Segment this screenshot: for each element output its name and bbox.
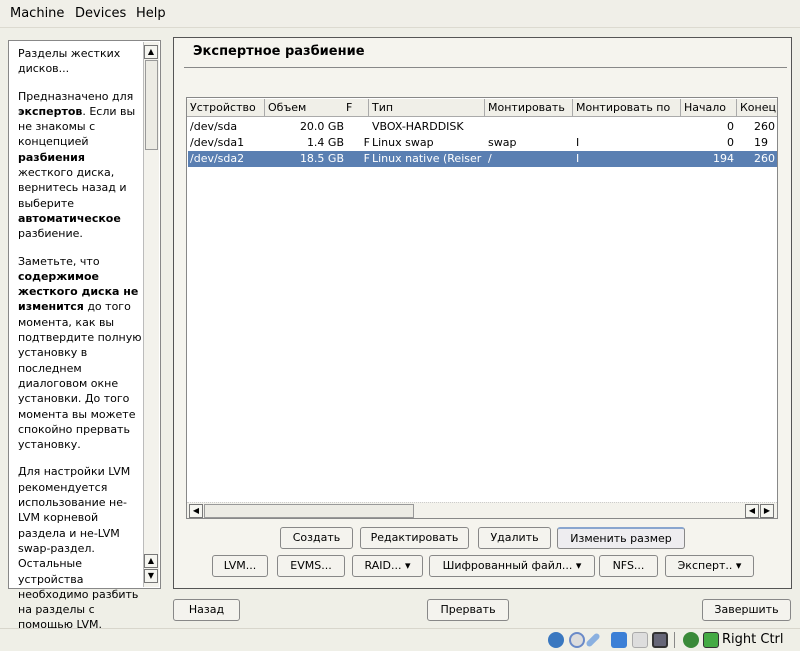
- column-header[interactable]: F: [343, 99, 369, 117]
- column-header[interactable]: Монтировать: [485, 99, 573, 117]
- scroll-up-icon[interactable]: ▲: [144, 554, 158, 568]
- table-row[interactable]: /dev/sda1 1.4 GB F Linux swap swap I 0 19: [188, 135, 777, 151]
- table-cell: 260: [754, 152, 775, 165]
- column-header[interactable]: Тип: [369, 99, 485, 117]
- scroll-thumb[interactable]: [145, 60, 158, 150]
- host-key-label: Right Ctrl: [722, 632, 784, 647]
- table-cell: /dev/sda: [190, 120, 238, 133]
- help-text: Разделы жестких дисков... Предназначено д…: [18, 46, 143, 645]
- create-button[interactable]: Создать: [280, 527, 353, 549]
- delete-button[interactable]: Удалить: [478, 527, 551, 549]
- scroll-right-icon[interactable]: ▶: [760, 504, 774, 518]
- column-header[interactable]: Объем: [265, 99, 347, 117]
- crypt-file-dropdown[interactable]: Шифрованный файл... ▾: [429, 555, 595, 577]
- scroll-down-icon[interactable]: ▼: [144, 569, 158, 583]
- table-cell: Linux native (Reiser): [372, 152, 482, 165]
- table-cell: 19: [754, 136, 768, 149]
- menu-help[interactable]: Help: [136, 6, 166, 21]
- help-scrollbar[interactable]: ▲ ▲ ▼: [143, 42, 159, 587]
- help-text-segment: автоматическое: [18, 211, 121, 225]
- table-row[interactable]: /dev/sda2 18.5 GB F Linux native (Reiser) / I…: [188, 151, 777, 167]
- page-title: Экспертное разбиение: [193, 44, 365, 59]
- expert-dropdown[interactable]: Эксперт.. ▾: [665, 555, 754, 577]
- abort-button[interactable]: Прервать: [427, 599, 509, 621]
- help-paragraph: Предназначено для экспертов. Если вы не …: [18, 89, 143, 242]
- vrdp-icon[interactable]: [652, 632, 668, 648]
- table-cell: /dev/sda1: [190, 136, 245, 149]
- table-cell: /: [488, 152, 492, 165]
- table-cell: 18.5 GB: [299, 152, 344, 165]
- column-header[interactable]: Устройство: [187, 99, 265, 117]
- column-header[interactable]: Начало: [681, 99, 737, 117]
- table-cell: 0: [727, 136, 734, 149]
- finish-button[interactable]: Завершить: [702, 599, 791, 621]
- scroll-left-icon[interactable]: ◀: [745, 504, 759, 518]
- table-cell: /dev/sda2: [190, 152, 245, 165]
- column-header[interactable]: Монтировать по: [573, 99, 681, 117]
- resize-button[interactable]: Изменить размер: [557, 527, 685, 549]
- table-cell: 194: [713, 152, 734, 165]
- table-cell: F: [363, 136, 370, 149]
- status-bar: [0, 628, 800, 651]
- shared-folder-icon[interactable]: [632, 632, 648, 648]
- keyboard-capture-icon[interactable]: [703, 632, 719, 648]
- table-cell: 0: [727, 120, 734, 133]
- help-text-segment: экспертов: [18, 104, 83, 118]
- help-text-segment: Предназначено для: [18, 89, 134, 103]
- help-paragraph: Разделы жестких дисков...: [18, 46, 143, 77]
- help-paragraph: Для настройки LVM рекомендуется использо…: [18, 464, 143, 632]
- table-cell: VBOX-HARDDISK: [372, 120, 464, 133]
- help-panel: Разделы жестких дисков... Предназначено д…: [8, 40, 161, 631]
- help-text-segment: Разделы жестких дисков...: [18, 47, 121, 76]
- horizontal-scrollbar[interactable]: ◀ ◀ ▶: [187, 502, 777, 518]
- menubar: Machine Devices Help: [0, 0, 800, 28]
- table-cell: F: [363, 152, 370, 165]
- table-cell: Linux swap: [372, 136, 434, 149]
- divider: [184, 67, 787, 68]
- menu-machine[interactable]: Machine: [10, 6, 64, 21]
- table-cell: I: [576, 152, 580, 165]
- back-button[interactable]: Назад: [173, 599, 240, 621]
- separator: [674, 632, 675, 648]
- help-text-segment: разбиения: [18, 150, 85, 164]
- help-text-segment: до того момента, как вы подтвердите полн…: [18, 300, 142, 452]
- scroll-left-icon[interactable]: ◀: [189, 504, 203, 518]
- help-paragraph: Заметьте, что содержимое жесткого диска …: [18, 254, 143, 453]
- help-text-segment: жесткого диска, вернитесь назад и выбери…: [18, 166, 127, 210]
- partition-table[interactable]: ◀ ◀ ▶ Устройство Объем F Тип Монтировать Монт…: [186, 97, 778, 519]
- raid-dropdown[interactable]: RAID... ▾: [352, 555, 423, 577]
- table-cell: 260: [754, 120, 775, 133]
- menu-devices[interactable]: Devices: [75, 6, 126, 21]
- help-text-segment: Заметьте, что: [18, 254, 100, 268]
- table-cell: 20.0 GB: [299, 120, 344, 133]
- table-row[interactable]: /dev/sda 20.0 GB VBOX-HARDDISK 0 260: [188, 119, 777, 135]
- mouse-integration-icon[interactable]: [683, 632, 699, 648]
- table-cell: I: [576, 136, 580, 149]
- scroll-thumb[interactable]: [204, 504, 414, 518]
- cd-icon[interactable]: [569, 632, 585, 648]
- help-text-segment: Для настройки LVM рекомендуется использо…: [18, 465, 139, 632]
- scroll-up-icon[interactable]: ▲: [144, 45, 158, 59]
- evms-button[interactable]: EVMS...: [277, 555, 345, 577]
- table-cell: 1.4 GB: [306, 136, 344, 149]
- edit-button[interactable]: Редактировать: [360, 527, 469, 549]
- nfs-button[interactable]: NFS...: [599, 555, 658, 577]
- help-text-segment: разбиение.: [18, 227, 83, 241]
- table-cell: swap: [488, 136, 517, 149]
- lvm-button[interactable]: LVM...: [212, 555, 268, 577]
- hard-disk-icon[interactable]: [548, 632, 564, 648]
- column-header[interactable]: Конец: [737, 99, 777, 117]
- partition-panel: Экспертное разбиение ◀ ◀ ▶ Устройство Объ…: [173, 37, 792, 589]
- network-icon[interactable]: [611, 632, 627, 648]
